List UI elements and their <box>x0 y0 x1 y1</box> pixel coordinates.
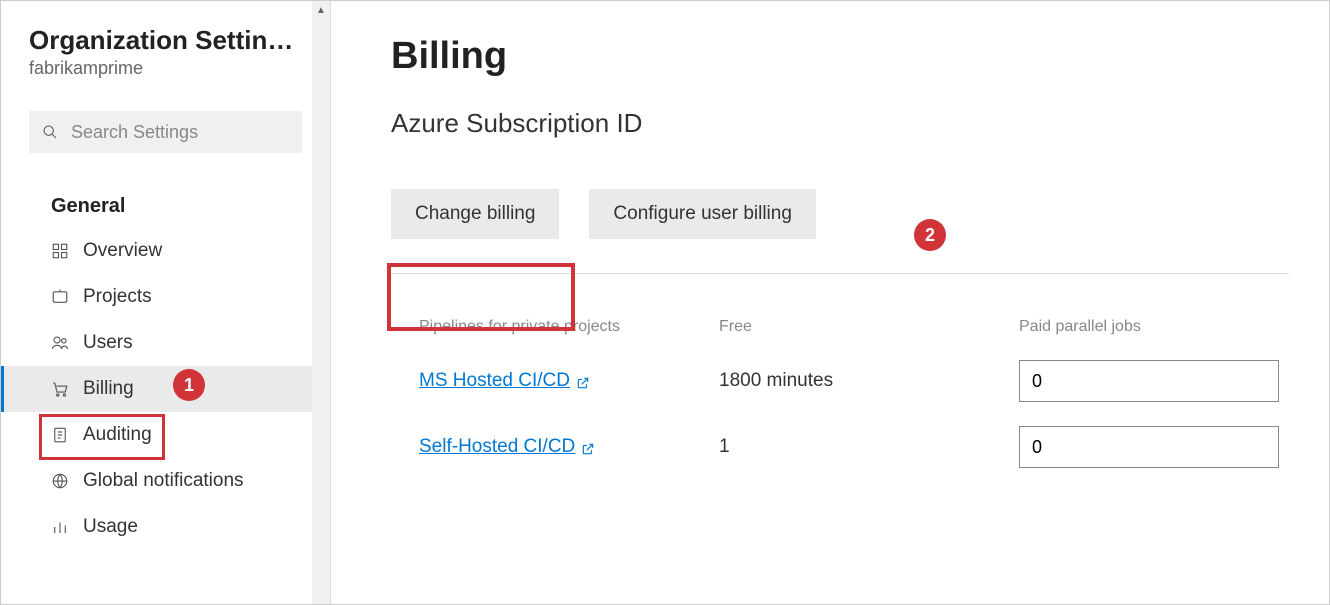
main-title: Billing <box>391 35 1289 78</box>
free-cell: 1 <box>719 436 1019 458</box>
sidebar-scrollbar[interactable]: ▲ <box>312 1 330 604</box>
divider <box>391 273 1289 274</box>
sidebar-item-label: Overview <box>83 240 162 262</box>
search-input[interactable] <box>69 121 305 144</box>
nav-list: Overview Projects Users Billing <box>1 228 330 550</box>
sidebar-item-overview[interactable]: Overview <box>1 228 330 274</box>
overview-icon <box>51 242 69 260</box>
sidebar-item-global-notifications[interactable]: Global notifications <box>1 458 330 504</box>
usage-icon <box>51 518 69 536</box>
notifications-icon <box>51 472 69 490</box>
auditing-icon <box>51 426 69 444</box>
search-box[interactable] <box>29 111 302 153</box>
free-cell: 1800 minutes <box>719 370 1019 392</box>
self-hosted-link[interactable]: Self-Hosted CI/CD <box>419 436 595 458</box>
sidebar-item-label: Auditing <box>83 424 152 446</box>
page-title: Organization Settin… <box>29 25 302 56</box>
paid-cell <box>1019 426 1279 468</box>
sidebar-item-label: Usage <box>83 516 138 538</box>
ms-hosted-link[interactable]: MS Hosted CI/CD <box>419 370 590 392</box>
users-icon <box>51 334 69 352</box>
subscription-heading: Azure Subscription ID <box>391 108 1289 139</box>
search-icon <box>41 123 59 141</box>
sidebar-item-label: Billing <box>83 378 134 400</box>
col-header-free: Free <box>719 318 1019 336</box>
billing-icon <box>51 380 69 398</box>
sidebar-item-projects[interactable]: Projects <box>1 274 330 320</box>
projects-icon <box>51 288 69 306</box>
sidebar-item-usage[interactable]: Usage <box>1 504 330 550</box>
col-header-pipelines: Pipelines for private projects <box>419 318 719 336</box>
search-wrap <box>1 89 330 171</box>
col-header-paid: Paid parallel jobs <box>1019 318 1261 336</box>
table-header-row: Pipelines for private projects Free Paid… <box>391 306 1289 348</box>
org-name: fabrikamprime <box>29 58 302 79</box>
paid-jobs-input-ms[interactable] <box>1019 360 1279 402</box>
sidebar-item-billing[interactable]: Billing <box>1 366 330 412</box>
configure-user-billing-button[interactable]: Configure user billing <box>589 189 816 239</box>
paid-jobs-input-self[interactable] <box>1019 426 1279 468</box>
external-link-icon <box>581 440 595 454</box>
sidebar-item-users[interactable]: Users <box>1 320 330 366</box>
callout-badge-1: 1 <box>173 369 205 401</box>
table-row: MS Hosted CI/CD 1800 minutes <box>391 348 1289 414</box>
external-link-icon <box>576 374 590 388</box>
sidebar-item-auditing[interactable]: Auditing <box>1 412 330 458</box>
pipeline-name-cell: MS Hosted CI/CD <box>419 370 719 392</box>
main-content: Billing Azure Subscription ID Change bil… <box>331 1 1329 604</box>
sidebar: Organization Settin… fabrikamprime Gener… <box>1 1 331 604</box>
pipeline-name-cell: Self-Hosted CI/CD <box>419 436 719 458</box>
sidebar-item-label: Projects <box>83 286 152 308</box>
callout-badge-2: 2 <box>914 219 946 251</box>
paid-cell <box>1019 360 1279 402</box>
scroll-up-icon[interactable]: ▲ <box>312 1 330 19</box>
app-frame: Organization Settin… fabrikamprime Gener… <box>0 0 1330 605</box>
billing-buttons-row: Change billing Configure user billing <box>391 189 1289 239</box>
sidebar-item-label: Global notifications <box>83 470 244 492</box>
link-text: Self-Hosted CI/CD <box>419 436 575 458</box>
sidebar-item-label: Users <box>83 332 133 354</box>
link-text: MS Hosted CI/CD <box>419 370 570 392</box>
sidebar-header: Organization Settin… fabrikamprime <box>1 25 330 89</box>
change-billing-button[interactable]: Change billing <box>391 189 559 239</box>
table-row: Self-Hosted CI/CD 1 <box>391 414 1289 480</box>
pipelines-table: Pipelines for private projects Free Paid… <box>391 306 1289 480</box>
section-title-general: General <box>1 171 330 228</box>
